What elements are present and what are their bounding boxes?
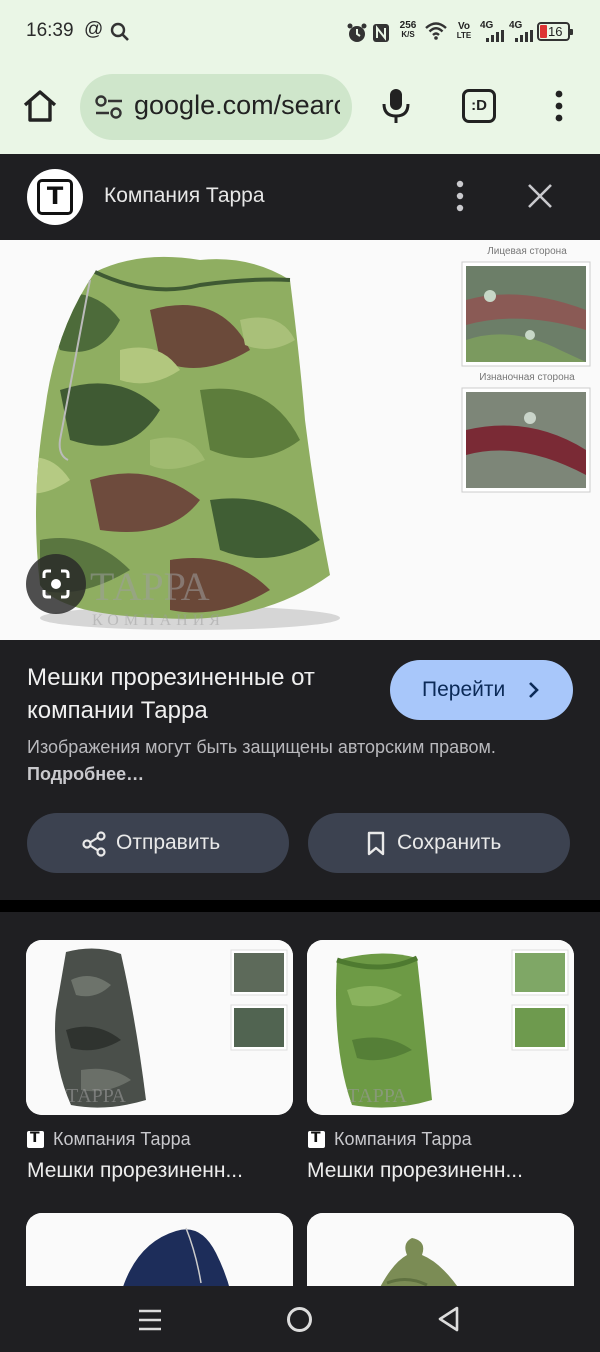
at-icon: @ (84, 19, 104, 40)
bookmark-icon (367, 831, 385, 856)
image-title[interactable]: Мешки прорезиненные от компании Тарра (27, 661, 377, 727)
signal-bars-1-icon (486, 30, 504, 42)
mic-icon[interactable] (381, 88, 411, 124)
home-icon[interactable] (20, 86, 60, 126)
result-2-source[interactable]: Компания Тарра (334, 1129, 472, 1150)
result-card-4[interactable] (307, 1213, 574, 1293)
source-logo-letter: T (37, 179, 73, 215)
chevron-right-icon (529, 682, 539, 698)
front-side-label: Лицевая сторона (487, 246, 567, 257)
signal-1: 4G (480, 20, 494, 31)
nfc-icon (373, 24, 389, 42)
search-status-icon (110, 22, 129, 41)
visit-button[interactable]: Перейти (390, 660, 573, 720)
result-1-source-logo: T (27, 1130, 44, 1148)
result-thumbnail-1: ТАРРА (26, 940, 293, 1115)
result-thumbnail-3 (26, 1213, 293, 1293)
close-icon[interactable] (525, 181, 555, 211)
copyright-notice: Изображения могут быть защищены авторски… (27, 734, 547, 788)
tab-switcher-button[interactable]: :D (462, 89, 496, 123)
result-card-2[interactable]: ТАРРА (307, 940, 574, 1115)
share-button[interactable]: Отправить (27, 813, 289, 873)
signal-2: 4G (509, 20, 523, 31)
wifi-icon (425, 22, 447, 40)
watermark-sub: КОМПАНИЯ (92, 612, 225, 629)
result-2-source-logo: T (308, 1130, 325, 1148)
tune-icon[interactable] (94, 94, 124, 120)
back-side-label: Изнаночная сторона (479, 372, 575, 383)
volte-indicator: Vo LTE (456, 21, 472, 41)
result-2-title[interactable]: Мешки прорезиненн... (307, 1159, 562, 1183)
section-divider (0, 900, 600, 912)
browser-more-vert-icon[interactable] (552, 90, 566, 122)
signal-bars-2-icon (515, 30, 533, 42)
source-name[interactable]: Компания Тарра (104, 184, 265, 208)
thumbnail-2-watermark: ТАРРА (347, 1085, 407, 1107)
result-thumbnail-2: ТАРРА (307, 940, 574, 1115)
visit-button-label: Перейти (422, 678, 506, 701)
result-1-title[interactable]: Мешки прорезиненн... (27, 1159, 282, 1183)
thumbnail-1-watermark: ТАРРА (66, 1085, 126, 1107)
recent-apps-icon[interactable] (138, 1308, 162, 1332)
nav-home-icon[interactable] (287, 1307, 312, 1332)
back-icon[interactable] (437, 1306, 461, 1332)
lens-button[interactable] (26, 554, 86, 614)
battery-icon: 16 (537, 22, 573, 41)
net-speed: 256 K/S (399, 20, 417, 40)
alarm-icon (347, 23, 367, 42)
watermark: ТАРРА (90, 564, 210, 609)
result-thumbnail-4 (307, 1213, 574, 1293)
main-image[interactable]: Лицевая сторона Изнаночная сторона ТАРРА… (0, 240, 600, 640)
battery-level: 16 (548, 24, 563, 39)
copyright-text: Изображения могут быть защищены авторски… (27, 737, 496, 757)
share-button-label: Отправить (116, 831, 221, 854)
save-button-label: Сохранить (397, 831, 502, 854)
address-bar[interactable]: google.com/search (80, 74, 352, 140)
camo-bag-illustration: Лицевая сторона Изнаночная сторона ТАРРА… (36, 246, 591, 630)
source-logo[interactable]: T (27, 169, 83, 225)
status-bar: 16:39 @ 256 K/S Vo LTE 4G 4G 16 (0, 0, 600, 64)
learn-more-link[interactable]: Подробнее… (27, 764, 144, 784)
browser-chrome: 16:39 @ 256 K/S Vo LTE 4G 4G 16 google.c… (0, 0, 600, 154)
result-card-3[interactable] (26, 1213, 293, 1293)
save-button[interactable]: Сохранить (308, 813, 570, 873)
share-icon (82, 831, 106, 857)
lens-icon (42, 569, 70, 599)
status-time: 16:39 (26, 20, 74, 41)
viewer-header (0, 154, 600, 240)
more-vert-icon[interactable] (450, 180, 470, 212)
result-1-source[interactable]: Компания Тарра (53, 1129, 191, 1150)
result-card-1[interactable]: ТАРРА (26, 940, 293, 1115)
url-text[interactable]: google.com/search (134, 90, 340, 121)
